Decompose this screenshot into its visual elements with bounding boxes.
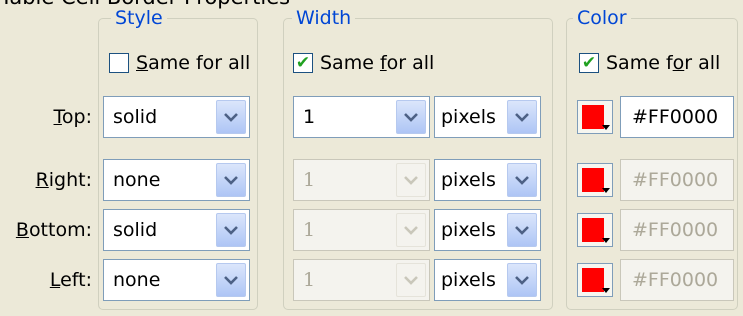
style-same-for-all-label: Same for all [136, 52, 251, 74]
border-style-value: none [113, 269, 161, 291]
chevron-down-icon [404, 225, 418, 235]
triangle-down-icon [602, 188, 610, 193]
border-style-select[interactable]: solid [103, 96, 250, 138]
width-unit-select[interactable]: pixels [434, 259, 541, 301]
color-swatch [582, 105, 604, 129]
border-width-select[interactable]: 1 [293, 209, 430, 251]
chevron-down-icon [224, 275, 238, 285]
color-hex-input[interactable]: #FF0000 [620, 96, 734, 138]
chevron-down-icon [224, 112, 238, 122]
chevron-down-icon [515, 112, 529, 122]
width-unit-value: pixels [441, 269, 496, 291]
width-same-for-all-checkbox[interactable]: ✔ [293, 53, 313, 73]
color-hex-input[interactable]: #FF0000 [620, 159, 734, 201]
color-picker-button[interactable] [577, 263, 613, 297]
border-width-select[interactable]: 1 [293, 159, 430, 201]
chevron-down-icon [404, 112, 418, 122]
checkmark-icon: ✔ [295, 52, 311, 73]
width-same-for-all[interactable]: ✔ Same for all [293, 52, 434, 74]
width-unit-value: pixels [441, 169, 496, 191]
color-same-for-all[interactable]: ✔ Same for all [579, 52, 720, 74]
dropdown-button[interactable] [396, 100, 426, 134]
border-style-value: solid [113, 219, 158, 241]
chevron-down-icon [224, 225, 238, 235]
color-hex-input[interactable]: #FF0000 [620, 209, 734, 251]
border-width-select[interactable]: 1 [293, 259, 430, 301]
color-picker-button[interactable] [577, 163, 613, 197]
dropdown-button[interactable] [216, 163, 246, 197]
border-width-value: 1 [303, 269, 316, 291]
border-style-value: solid [113, 106, 158, 128]
triangle-down-icon [602, 288, 610, 293]
width-unit-select[interactable]: pixels [434, 159, 541, 201]
chevron-down-icon [515, 225, 529, 235]
style-same-for-all-checkbox[interactable] [109, 53, 129, 73]
row-label: Bottom: [15, 219, 92, 241]
border-width-select[interactable]: 1 [293, 96, 430, 138]
width-unit-select[interactable]: pixels [434, 209, 541, 251]
width-same-for-all-label: Same for all [320, 52, 435, 74]
chevron-down-icon [515, 175, 529, 185]
triangle-down-icon [602, 125, 610, 130]
border-style-select[interactable]: none [103, 159, 250, 201]
dropdown-button[interactable] [216, 263, 246, 297]
row-label: Top: [53, 106, 92, 128]
style-same-for-all[interactable]: Same for all [109, 52, 250, 74]
triangle-down-icon [602, 238, 610, 243]
style-legend: Style [111, 6, 167, 30]
chevron-down-icon [515, 275, 529, 285]
dropdown-button[interactable] [507, 100, 537, 134]
color-swatch [582, 218, 604, 242]
width-unit-value: pixels [441, 219, 496, 241]
width-unit-select[interactable]: pixels [434, 96, 541, 138]
color-hex-input[interactable]: #FF0000 [620, 259, 734, 301]
chevron-down-icon [404, 275, 418, 285]
row-label: Left: [49, 269, 92, 291]
border-width-value: 1 [303, 219, 316, 241]
border-style-select[interactable]: none [103, 259, 250, 301]
dropdown-button[interactable] [216, 100, 246, 134]
width-unit-value: pixels [441, 106, 496, 128]
dropdown-button[interactable] [396, 263, 426, 297]
border-style-select[interactable]: solid [103, 209, 250, 251]
border-style-value: none [113, 169, 161, 191]
color-picker-button[interactable] [577, 100, 613, 134]
checkmark-icon: ✔ [581, 52, 597, 73]
color-swatch [582, 268, 604, 292]
width-legend: Width [292, 6, 356, 30]
color-swatch [582, 168, 604, 192]
chevron-down-icon [404, 175, 418, 185]
color-picker-button[interactable] [577, 213, 613, 247]
dropdown-button[interactable] [216, 213, 246, 247]
chevron-down-icon [224, 175, 238, 185]
border-width-value: 1 [303, 169, 316, 191]
dropdown-button[interactable] [396, 163, 426, 197]
dropdown-button[interactable] [396, 213, 426, 247]
dropdown-button[interactable] [507, 163, 537, 197]
border-width-value: 1 [303, 106, 316, 128]
dropdown-button[interactable] [507, 263, 537, 297]
dropdown-button[interactable] [507, 213, 537, 247]
row-label: Right: [35, 169, 92, 191]
color-same-for-all-label: Same for all [606, 52, 721, 74]
color-same-for-all-checkbox[interactable]: ✔ [579, 53, 599, 73]
color-legend: Color [573, 6, 631, 30]
